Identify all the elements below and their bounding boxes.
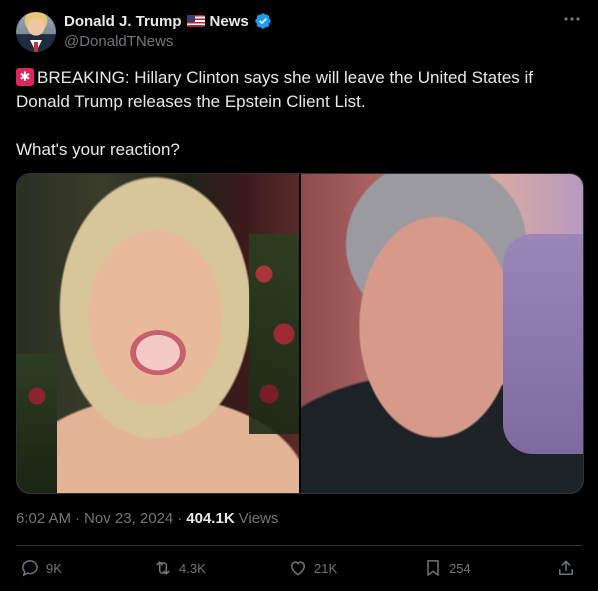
avatar-tie: [34, 42, 38, 52]
heart-icon: [290, 561, 306, 576]
more-options-icon[interactable]: [560, 14, 584, 28]
bookmark-icon: [427, 560, 439, 576]
siren-icon: [16, 68, 34, 86]
like-count: 21K: [314, 560, 338, 576]
meta-separator: ·: [177, 510, 183, 527]
reply-icon: [22, 560, 38, 577]
share-button[interactable]: [556, 556, 576, 580]
tweet-text-main: BREAKING: Hillary Clinton says she will …: [16, 68, 534, 111]
reply-count: 9K: [46, 560, 62, 576]
tweet-media[interactable]: [16, 173, 584, 494]
repost-count: 4.3K: [179, 560, 206, 576]
tweet-text-line1: BREAKING: Hillary Clinton says she will …: [16, 66, 576, 114]
media-photo-right[interactable]: [301, 174, 583, 493]
us-flag-icon: [186, 15, 205, 27]
meta-separator: ·: [75, 510, 81, 527]
media-photo-left[interactable]: [17, 174, 299, 493]
tweet-text: BREAKING: Hillary Clinton says she will …: [16, 66, 576, 162]
author-avatar[interactable]: [16, 12, 56, 52]
action-bar-divider: [16, 545, 582, 546]
tweet-time[interactable]: 6:02 AM: [16, 510, 71, 527]
verified-badge-icon[interactable]: [254, 12, 272, 30]
views-count: 404.1K: [186, 510, 235, 527]
tweet-card: Donald J. Trump News @DonaldTNews BREAKI…: [0, 0, 598, 591]
reply-button[interactable]: 9K: [20, 556, 62, 580]
author-name[interactable]: Donald J. Trump: [64, 13, 182, 30]
tweet-meta: 6:02 AM · Nov 23, 2024 · 404.1K Views: [16, 510, 278, 527]
author-handle[interactable]: @DonaldTNews: [64, 33, 173, 50]
action-bar: 9K 4.3K 21K 254: [20, 556, 580, 580]
bookmark-count: 254: [449, 560, 471, 576]
bookmark-button[interactable]: 254: [423, 556, 471, 580]
author-name-suffix[interactable]: News: [210, 13, 249, 30]
tweet-text-line2: What's your reaction?: [16, 140, 180, 159]
like-button[interactable]: 21K: [288, 556, 337, 580]
share-icon: [559, 560, 573, 575]
views-label: Views: [238, 510, 279, 527]
author-name-row[interactable]: Donald J. Trump News: [64, 12, 272, 30]
photo-background-cushion: [503, 234, 583, 454]
repost-icon: [156, 561, 170, 575]
repost-button[interactable]: 4.3K: [153, 556, 206, 580]
photo-background-flowers: [249, 234, 299, 434]
photo-background-flowers-left: [17, 354, 57, 493]
tweet-date[interactable]: Nov 23, 2024: [84, 510, 173, 527]
